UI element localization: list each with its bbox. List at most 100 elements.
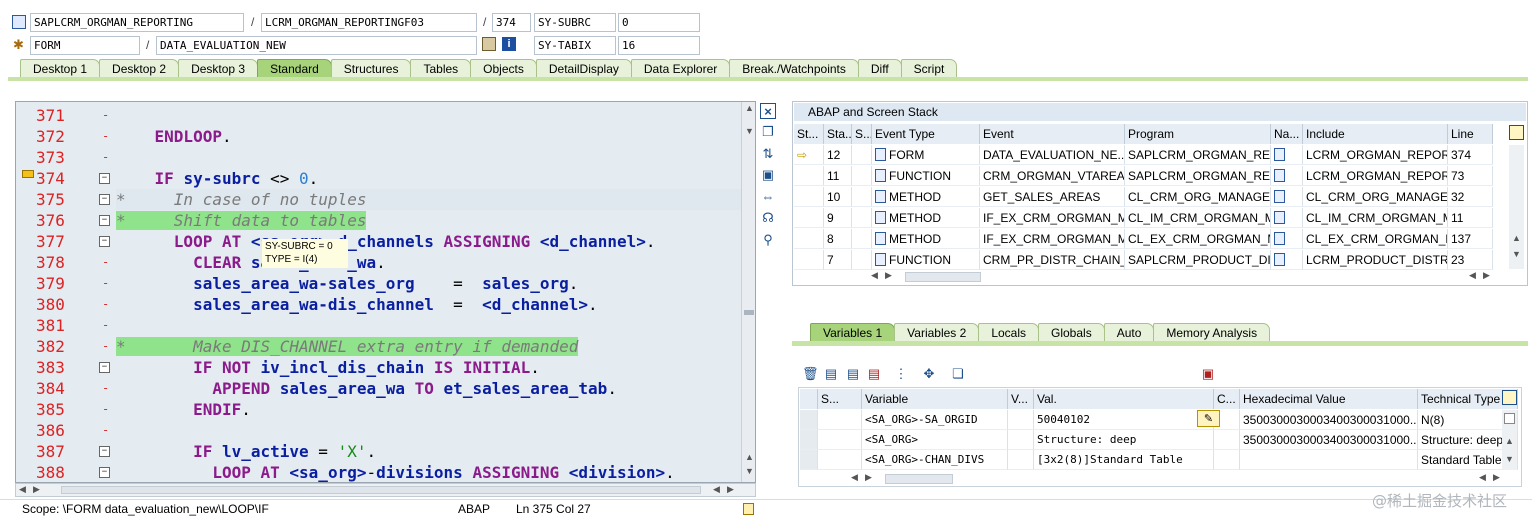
stack-cell[interactable]: CRM_ORGMAN_VTAREA... [980,166,1125,186]
stack-column-header[interactable]: Event [980,124,1125,144]
stack-cell[interactable]: DATA_EVALUATION_NE... [980,145,1125,165]
row-selector[interactable] [800,410,818,430]
stack-cell[interactable]: SAPLCRM_ORGMAN_REP... [1125,166,1271,186]
code-line[interactable]: 377 − LOOP AT <sa_org>-d_channels ASSIGNI… [16,231,741,252]
stack-cell[interactable] [852,145,872,165]
stack-vertical-scrollbar[interactable]: ▲ ▼ [1509,145,1524,269]
stack-cell[interactable] [1271,250,1303,270]
code-line[interactable]: 380 - sales_area_wa-dis_channel = <d_chan… [16,294,741,315]
code-line[interactable]: 382 - * Make DIS_CHANNEL extra entry if de… [16,336,741,357]
stack-cell[interactable]: ⇨ [794,145,824,165]
stack-cell[interactable]: METHOD [872,187,980,207]
stack-cell[interactable]: CL_CRM_ORG_MANAGEM... [1303,187,1448,207]
sy-tabix-value[interactable]: 16 [618,36,700,55]
tree-view-icon[interactable]: ⋮ [893,366,909,382]
tab-locals[interactable]: Locals [978,323,1039,342]
variable-cell[interactable]: <SA_ORG>-CHAN_DIVS [862,450,1008,470]
scroll-up-icon[interactable]: ▲ [1512,233,1521,243]
stack-cell[interactable]: SAPLCRM_ORGMAN_REP... [1125,145,1271,165]
fold-toggle-icon[interactable]: − [99,194,110,205]
stack-column-header[interactable]: Na... [1271,124,1303,144]
variables-column-header[interactable]: Hexadecimal Value [1240,389,1418,409]
navigate-source-icon[interactable] [1274,211,1285,224]
code-line[interactable]: 372 - ENDLOOP. [16,126,741,147]
stack-cell[interactable]: METHOD [872,208,980,228]
stack-cell[interactable]: 8 [824,229,852,249]
stack-column-header[interactable]: St... [794,124,824,144]
variable-cell[interactable]: <SA_ORG> [862,430,1008,450]
tab-objects[interactable]: Objects [470,59,537,78]
stack-column-header[interactable]: Program [1125,124,1271,144]
new-window-icon[interactable]: ❐ [760,124,776,140]
resize-icon[interactable]: ⇔ [760,189,776,205]
vars-settings-icon[interactable] [1502,390,1517,405]
fold-toggle-icon[interactable]: − [99,446,110,457]
stack-cell[interactable]: 12 [824,145,852,165]
scroll-down-icon[interactable]: ▼ [745,466,754,476]
tab-variables-1[interactable]: Variables 1 [810,323,896,342]
stack-cell[interactable]: 7 [824,250,852,270]
code-line[interactable]: 388 − LOOP AT <sa_org>-divisions ASSIGNIN… [16,462,741,482]
stack-column-header[interactable]: S... [852,124,872,144]
swap-icon[interactable]: ⇅ [760,146,776,162]
tab-script[interactable]: Script [900,59,958,78]
stack-cell[interactable] [1271,166,1303,186]
close-icon[interactable]: × [760,103,776,119]
code-line[interactable]: 381 - [16,315,741,336]
name-field[interactable]: DATA_EVALUATION_NEW [156,36,477,55]
type-field[interactable]: FORM [30,36,140,55]
navigate-source-icon[interactable] [1274,190,1285,203]
stack-cell[interactable]: CRM_PR_DISTR_CHAIN_... [980,250,1125,270]
tree-icon[interactable]: ⚲ [760,232,776,248]
navigate-source-icon[interactable] [1274,253,1285,266]
variables-column-header[interactable]: C... [1214,389,1240,409]
scroll-up-icon[interactable]: ▲ [1505,436,1514,446]
tab-auto[interactable]: Auto [1103,323,1155,342]
tab-desktop-1[interactable]: Desktop 1 [20,59,101,78]
variables-column-header[interactable]: S... [818,389,862,409]
load-icon[interactable]: ▤ [845,366,861,382]
stack-cell[interactable] [852,166,872,186]
code-line[interactable]: 385 - ENDIF. [16,399,741,420]
code-line[interactable]: 371 - [16,105,741,126]
stack-cell[interactable]: FUNCTION [872,166,980,186]
code-line[interactable]: 386 - [16,420,741,441]
stack-column-header[interactable]: Include [1303,124,1448,144]
variable-cell[interactable]: 50040102 [1034,410,1214,430]
stack-column-header[interactable]: Event Type [872,124,980,144]
tab-memory-analysis[interactable]: Memory Analysis [1153,323,1271,342]
tab-desktop-2[interactable]: Desktop 2 [99,59,180,78]
scroll-right-icon[interactable]: ▶ [33,484,40,495]
stack-cell[interactable] [1271,145,1303,165]
save-icon[interactable]: ▣ [1200,366,1216,382]
code-line[interactable]: 384 - APPEND sales_area_wa TO et_sales_ar… [16,378,741,399]
stack-cell[interactable]: 374 [1448,145,1493,165]
stack-cell[interactable] [852,208,872,228]
tab-tables[interactable]: Tables [410,59,472,78]
fold-toggle-icon[interactable]: − [99,236,110,247]
scroll-down-icon[interactable]: ▼ [745,126,754,136]
scroll-thumb[interactable] [61,486,701,494]
stack-cell[interactable]: CL_EX_CRM_ORGMAN_M... [1303,229,1448,249]
fold-toggle-icon[interactable]: − [99,467,110,478]
scroll-right-icon[interactable]: ▶ [865,472,872,483]
scroll-thumb[interactable] [905,272,981,282]
scroll-down-icon[interactable]: ▼ [1512,249,1521,259]
stack-settings-icon[interactable] [1509,125,1524,140]
maximize-icon[interactable]: ▣ [760,167,776,183]
delete-icon[interactable]: 🗑 [802,366,819,382]
stack-cell[interactable]: IF_EX_CRM_ORGMAN_M... [980,208,1125,228]
program-field[interactable]: SAPLCRM_ORGMAN_REPORTING [30,13,244,32]
stack-horizontal-scrollbar[interactable]: ◀ ▶ ◀ ▶ [871,270,1501,284]
variables-column-header[interactable]: V... [1008,389,1034,409]
stack-cell[interactable]: IF_EX_CRM_ORGMAN_M... [980,229,1125,249]
scroll-left-icon[interactable]: ◀ [1469,270,1476,281]
include-field[interactable]: LCRM_ORGMAN_REPORTINGF03 [261,13,477,32]
scroll-right-icon[interactable]: ▶ [885,270,892,281]
tab-structures[interactable]: Structures [330,59,412,78]
tab-variables-2[interactable]: Variables 2 [894,323,980,342]
breakpoint-gutter[interactable] [0,101,15,483]
stack-cell[interactable]: FUNCTION [872,250,980,270]
stack-cell[interactable] [794,166,824,186]
stack-cell[interactable]: CL_CRM_ORG_MANAGEM... [1125,187,1271,207]
